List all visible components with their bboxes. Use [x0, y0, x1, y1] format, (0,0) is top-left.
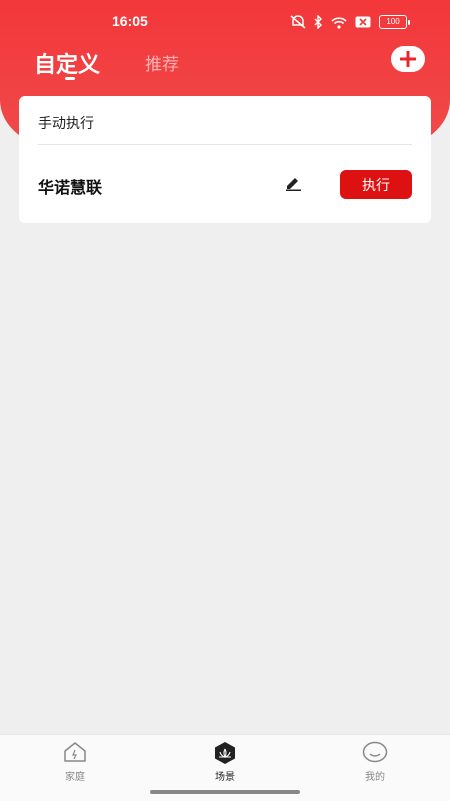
home-indicator[interactable] — [150, 790, 300, 794]
sim-x-icon — [355, 16, 371, 28]
status-bar: 16:05 100 — [0, 0, 450, 44]
scene-name: 华诺慧联 — [38, 178, 103, 197]
battery-icon: 100 — [379, 15, 410, 29]
nav-item-scene[interactable]: 场景 — [195, 741, 255, 783]
tab-active-indicator — [65, 77, 75, 80]
wifi-icon — [331, 16, 347, 29]
plus-icon — [400, 51, 416, 67]
divider — [38, 144, 412, 145]
status-time: 16:05 — [112, 13, 148, 29]
tab-custom[interactable]: 自定义 — [34, 47, 100, 79]
pencil-icon[interactable] — [284, 175, 302, 195]
scene-card: 手动执行 华诺慧联 执行 — [19, 96, 431, 223]
section-title: 手动执行 — [38, 116, 94, 132]
run-button[interactable]: 执行 — [340, 170, 412, 199]
nav-item-profile[interactable]: 我的 — [345, 741, 405, 783]
tab-recommend[interactable]: 推荐 — [145, 50, 179, 75]
nav-label-profile: 我的 — [365, 772, 385, 783]
home-icon — [64, 742, 86, 762]
profile-icon — [362, 741, 388, 763]
add-scene-button[interactable] — [391, 46, 425, 72]
battery-tip — [408, 19, 410, 25]
nav-item-home[interactable]: 家庭 — [45, 741, 105, 783]
bluetooth-icon — [314, 15, 323, 29]
scene-icon — [215, 742, 235, 764]
silent-icon — [290, 15, 306, 29]
status-icons: 100 — [290, 14, 410, 30]
battery-level: 100 — [379, 15, 407, 29]
nav-label-scene: 场景 — [215, 772, 235, 783]
nav-label-home: 家庭 — [65, 772, 85, 783]
